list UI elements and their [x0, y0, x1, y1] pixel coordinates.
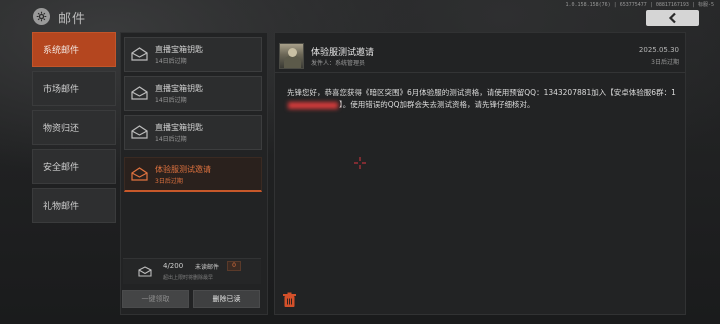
nav-item-label: 物资归还: [43, 124, 80, 134]
nav-item-label: 系统邮件: [43, 46, 80, 56]
mail-count: 4/200: [163, 262, 184, 270]
nav-item-security-mail[interactable]: 安全邮件: [32, 149, 116, 184]
redacted-number: [288, 101, 338, 109]
detail-expiry: 3日后过期: [651, 59, 679, 66]
gear-icon: [33, 8, 50, 25]
mail-body-text: 先锋您好，恭喜您获得《暗区突围》6月体验服的测试资格，请使用预留QQ：13432…: [287, 88, 676, 97]
envelope-open-icon: [131, 167, 148, 181]
chevron-left-icon: [668, 12, 676, 24]
avatar: [279, 43, 304, 69]
envelope-open-icon: [131, 125, 148, 139]
nav-item-gift-mail[interactable]: 礼物邮件: [32, 188, 116, 223]
top-bar: 邮件 1.0.158.158(76) | 653775477 | 0881716…: [0, 0, 720, 34]
mail-body-text: 】。使用错误的QQ加群会失去测试资格，请先锋仔细核对。: [339, 100, 535, 109]
mailbox-limit-note: 超出上限时将删除最早: [163, 275, 214, 281]
mail-expiry: 14日后过期: [155, 58, 187, 65]
detail-sender: 发件人：系统管理员: [311, 60, 366, 67]
mail-subject: 直播宝箱钥匙: [155, 84, 203, 93]
mail-subject: 体验服测试邀请: [155, 165, 211, 174]
mail-list: 直播宝箱钥匙 14日后过期 直播宝箱钥匙 14日后过期 直播宝箱钥匙 14日后过…: [120, 32, 268, 315]
unread-count-badge: 0: [227, 261, 241, 271]
delete-read-button[interactable]: 删除已读: [193, 290, 260, 308]
detail-subject: 体验服测试邀请: [311, 48, 375, 58]
claim-all-button[interactable]: 一键领取: [122, 290, 189, 308]
trash-icon[interactable]: [282, 292, 297, 308]
mail-item[interactable]: 直播宝箱钥匙 14日后过期: [124, 37, 262, 72]
mail-category-nav: 系统邮件 市场邮件 物资归还 安全邮件 礼物邮件: [32, 32, 116, 227]
nav-item-supply-return[interactable]: 物资归还: [32, 110, 116, 145]
crosshair-icon: [354, 157, 366, 169]
mail-body: 先锋您好，恭喜您获得《暗区突围》6月体验服的测试资格，请使用预留QQ：13432…: [287, 87, 677, 111]
mail-item-selected[interactable]: 体验服测试邀请 3日后过期: [124, 157, 262, 192]
mail-expiry: 14日后过期: [155, 136, 187, 143]
mail-item[interactable]: 直播宝箱钥匙 14日后过期: [124, 115, 262, 150]
envelope-open-icon: [131, 47, 148, 61]
detail-date: 2025.05.30: [638, 46, 679, 54]
nav-item-label: 市场邮件: [43, 85, 80, 95]
envelope-open-icon: [131, 86, 148, 100]
mail-item[interactable]: 直播宝箱钥匙 14日后过期: [124, 76, 262, 111]
mail-detail-header: 体验服测试邀请 发件人：系统管理员 2025.05.30 3日后过期: [275, 33, 685, 73]
mail-expiry: 14日后过期: [155, 97, 187, 104]
mail-subject: 直播宝箱钥匙: [155, 45, 203, 54]
unread-label: 未读邮件: [195, 264, 220, 271]
back-button[interactable]: [646, 10, 699, 26]
nav-item-system-mail[interactable]: 系统邮件: [32, 32, 116, 67]
nav-item-market-mail[interactable]: 市场邮件: [32, 71, 116, 106]
envelope-icon: [138, 266, 152, 277]
nav-item-label: 安全邮件: [43, 163, 80, 173]
nav-item-label: 礼物邮件: [43, 202, 80, 212]
mail-expiry: 3日后过期: [155, 178, 183, 185]
mailbox-stats: 4/200 未读邮件 0 超出上限时将删除最早: [123, 258, 261, 284]
mail-subject: 直播宝箱钥匙: [155, 123, 203, 132]
mail-detail-panel: 体验服测试邀请 发件人：系统管理员 2025.05.30 3日后过期 先锋您好，…: [274, 32, 686, 315]
device-info: 1.0.158.158(76) | 653775477 | 0881716719…: [565, 2, 714, 8]
page-title: 邮件: [58, 12, 87, 27]
